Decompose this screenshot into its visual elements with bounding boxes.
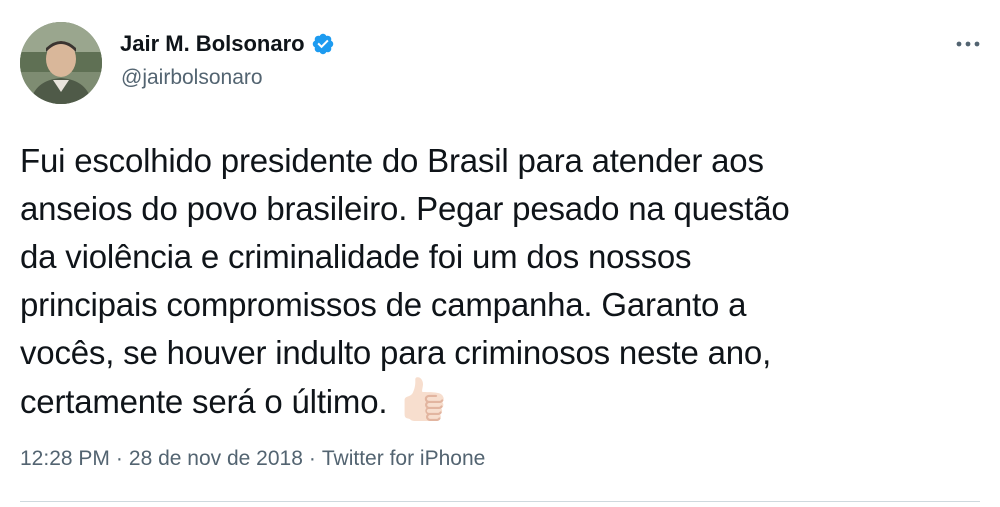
thumbs-up-icon [401, 377, 445, 434]
tweet-text-last-line: certamente será o último. [20, 377, 980, 434]
meta-separator: · [115, 447, 123, 470]
tweet-text: Fui escolhido presidente do Brasil para … [20, 137, 980, 434]
author-display-name[interactable]: Jair M. Bolsonaro [120, 31, 305, 57]
tweet-metadata: 12:28 PM · 28 de nov de 2018 · Twitter f… [20, 447, 485, 471]
tweet-card: Jair M. Bolsonaro @jairbolsonaro Fui esc… [0, 0, 1000, 507]
verified-badge-icon [311, 32, 335, 56]
author-handle[interactable]: @jairbolsonaro [121, 66, 263, 90]
tweet-text-line: certamente será o último. [20, 383, 388, 420]
tweet-time[interactable]: 12:28 PM [20, 447, 110, 471]
tweet-text-line: principais compromissos de campanha. Gar… [20, 286, 747, 323]
tweet-text-line: vocês, se houver indulto para criminosos… [20, 334, 772, 371]
tweet-source[interactable]: Twitter for iPhone [322, 447, 485, 471]
author-name-row: Jair M. Bolsonaro [120, 30, 335, 58]
tweet-date[interactable]: 28 de nov de 2018 [129, 447, 303, 471]
tweet-text-line: Fui escolhido presidente do Brasil para … [20, 142, 764, 179]
meta-separator: · [308, 447, 316, 470]
more-options-icon [956, 41, 980, 47]
divider [20, 501, 980, 502]
more-options-button[interactable] [946, 26, 990, 62]
avatar[interactable] [20, 22, 102, 104]
tweet-text-line: anseios do povo brasileiro. Pegar pesado… [20, 190, 790, 227]
tweet-text-line: da violência e criminalidade foi um dos … [20, 238, 692, 275]
